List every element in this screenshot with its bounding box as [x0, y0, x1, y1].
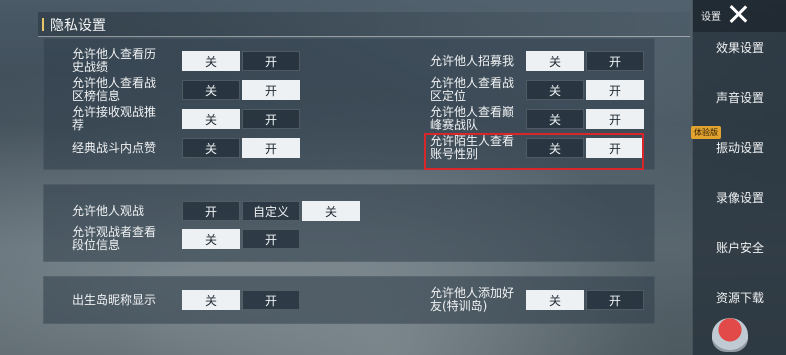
header-accent-bar [42, 18, 44, 31]
toggle-nickname: 关 开 [182, 290, 302, 310]
option-on[interactable]: 开 [586, 109, 644, 129]
highlight-box [424, 133, 644, 170]
close-icon[interactable] [727, 3, 749, 25]
toggle-zone-location: 关 开 [526, 80, 646, 100]
sidebar-item-vibration[interactable]: 振动设置 [693, 132, 786, 162]
sidebar-item-resource-download[interactable]: 资源下载 [693, 282, 786, 312]
settings-sidebar: 设置 效果设置 声音设置 体验版 振动设置 录像设置 账户安全 资源下载 [691, 0, 786, 355]
privacy-panel-2: 允许他人观战 开 自定义 关 允许观战者查看段位信息 关 开 [43, 184, 655, 262]
option-on[interactable]: 开 [586, 80, 644, 100]
setting-label: 允许观战者查看段位信息 [72, 225, 157, 252]
toggle-rank-info: 关 开 [182, 229, 302, 249]
setting-label: 允许他人招募我 [430, 53, 515, 68]
setting-row-history: 允许他人查看历史战绩 关 开 [72, 46, 332, 76]
toggle-add-friend: 关 开 [526, 290, 646, 310]
option-on[interactable]: 开 [242, 229, 300, 249]
setting-label: 允许他人查看战区定位 [430, 76, 515, 103]
option-on[interactable]: 开 [586, 51, 644, 71]
option-on[interactable]: 开 [242, 138, 300, 158]
setting-label: 允许他人查看巅峰赛战队 [430, 105, 515, 132]
setting-label: 出生岛昵称显示 [72, 292, 157, 307]
setting-row-spectate-recommend: 允许接收观战推荐 关 开 [72, 104, 332, 134]
sidebar-item-label: 账户安全 [715, 240, 764, 255]
option-off[interactable]: 关 [182, 290, 240, 310]
option-on[interactable]: 开 [586, 290, 644, 310]
option-off[interactable]: 关 [182, 109, 240, 129]
setting-row-peak-team: 允许他人查看巅峰赛战队 关 开 [430, 104, 650, 134]
page-title: 隐私设置 [50, 18, 106, 34]
setting-label: 允许接收观战推荐 [72, 105, 157, 132]
toggle-peak-team: 关 开 [526, 109, 646, 129]
setting-row-zone-rank: 允许他人查看战区榜信息 关 开 [72, 75, 332, 105]
setting-row-zone-location: 允许他人查看战区定位 关 开 [430, 75, 650, 105]
option-on[interactable]: 开 [242, 290, 300, 310]
option-on[interactable]: 开 [182, 201, 240, 221]
option-on[interactable]: 开 [242, 51, 300, 71]
setting-label: 允许他人查看战区榜信息 [72, 76, 157, 103]
option-custom[interactable]: 自定义 [242, 201, 300, 221]
sidebar-item-label: 振动设置 [715, 140, 764, 155]
sidebar-item-label: 录像设置 [715, 190, 764, 205]
setting-row-rank-info: 允许观战者查看段位信息 关 开 [72, 224, 332, 254]
option-off[interactable]: 关 [182, 229, 240, 249]
toggle-zone-rank: 关 开 [182, 80, 302, 100]
sidebar-item-sound[interactable]: 声音设置 [693, 82, 786, 112]
sidebar-header: 设置 [693, 0, 786, 32]
sidebar-item-label: 声音设置 [715, 90, 764, 105]
toggle-recruit: 关 开 [526, 51, 646, 71]
sidebar-item-label: 效果设置 [715, 40, 764, 55]
option-off[interactable]: 关 [526, 290, 584, 310]
option-off[interactable]: 关 [182, 138, 240, 158]
option-on[interactable]: 开 [242, 109, 300, 129]
sidebar-item-account-security[interactable]: 账户安全 [693, 232, 786, 262]
option-on[interactable]: 开 [242, 80, 300, 100]
setting-row-nickname: 出生岛昵称显示 关 开 [72, 285, 332, 315]
setting-label: 允许他人添加好友(特训岛) [430, 286, 515, 313]
option-off[interactable]: 关 [182, 51, 240, 71]
setting-label: 经典战斗内点赞 [72, 140, 157, 155]
privacy-panel-3: 出生岛昵称显示 关 开 允许他人添加好友(特训岛) 关 开 [43, 276, 655, 324]
option-off[interactable]: 关 [302, 201, 360, 221]
sidebar-item-recording[interactable]: 录像设置 [693, 182, 786, 212]
toggle-spectate: 开 自定义 关 [182, 201, 362, 221]
toggle-spectate-recommend: 关 开 [182, 109, 302, 129]
sidebar-item-label: 资源下载 [715, 290, 764, 305]
option-off[interactable]: 关 [526, 109, 584, 129]
option-off[interactable]: 关 [526, 51, 584, 71]
option-off[interactable]: 关 [182, 80, 240, 100]
setting-row-spectate: 允许他人观战 开 自定义 关 [72, 196, 392, 226]
section-header: 隐私设置 [38, 12, 690, 37]
option-off[interactable]: 关 [526, 80, 584, 100]
sidebar-item-effects[interactable]: 效果设置 [693, 32, 786, 62]
toggle-like: 关 开 [182, 138, 302, 158]
setting-row-add-friend: 允许他人添加好友(特训岛) 关 开 [430, 285, 650, 315]
setting-label: 允许他人观战 [72, 203, 145, 218]
setting-row-like: 经典战斗内点赞 关 开 [72, 133, 332, 163]
setting-row-recruit: 允许他人招募我 关 开 [430, 46, 650, 76]
setting-label: 允许他人查看历史战绩 [72, 47, 157, 74]
sidebar-title: 设置 [701, 12, 721, 23]
avatar[interactable] [712, 318, 748, 352]
toggle-history: 关 开 [182, 51, 302, 71]
